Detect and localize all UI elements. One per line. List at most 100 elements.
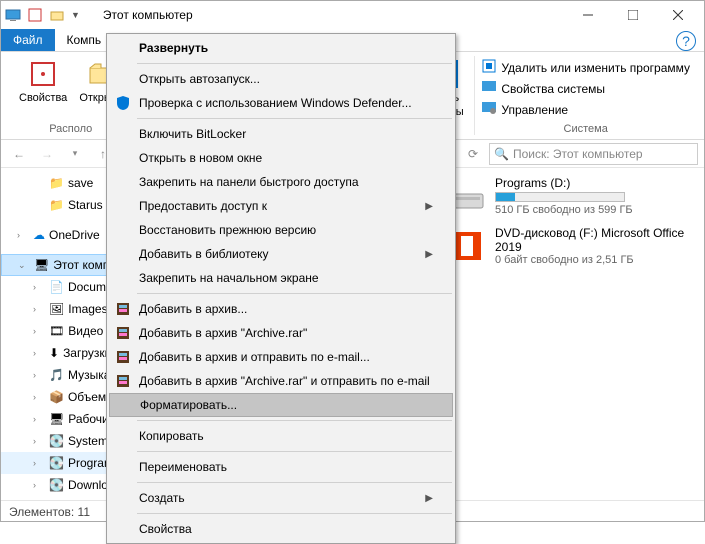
search-field[interactable]: 🔍 Поиск: Этот компьютер: [489, 143, 698, 165]
menu-separator: [137, 293, 452, 294]
manage-button[interactable]: Управление: [481, 100, 690, 119]
help-button[interactable]: ?: [676, 31, 696, 51]
music-icon: 🎵: [49, 368, 64, 382]
drive-subtext: 0 байт свободно из 2,51 ГБ: [495, 254, 696, 266]
menu-item-label: Восстановить прежнюю версию: [139, 223, 316, 237]
menu-item-label: Создать: [139, 491, 185, 505]
menu-item-label: Закрепить на панели быстрого доступа: [139, 175, 359, 189]
folder-icon: 📁: [49, 176, 64, 190]
onedrive-icon: ☁: [33, 228, 45, 242]
tab-computer[interactable]: Компь: [55, 29, 114, 51]
menu-item[interactable]: Предоставить доступ к ▶: [109, 194, 453, 218]
menu-item-label: Форматировать...: [140, 398, 237, 412]
qat-properties-icon[interactable]: [27, 7, 43, 23]
menu-item-label: Копировать: [139, 429, 204, 443]
window-title: Этот компьютер: [103, 8, 193, 22]
menu-item[interactable]: Свойства: [109, 517, 453, 541]
menu-item-label: Открыть в новом окне: [139, 151, 262, 165]
title-bar: ▼ Этот компьютер: [1, 1, 704, 29]
uninstall-programs-button[interactable]: Удалить или изменить программу: [481, 58, 690, 77]
menu-item[interactable]: Создать ▶: [109, 486, 453, 510]
documents-icon: 📄: [49, 280, 64, 294]
uninstall-icon: [481, 58, 497, 77]
menu-item-label: Добавить в архив и отправить по e-mail..…: [139, 350, 370, 364]
drive-name: DVD-дисковод (F:) Microsoft Office 2019: [495, 226, 696, 254]
rar-icon: [114, 300, 132, 318]
rar-icon: [114, 372, 132, 390]
rar-icon: [114, 348, 132, 366]
menu-item[interactable]: Закрепить на начальном экране: [109, 266, 453, 290]
menu-separator: [137, 482, 452, 483]
maximize-button[interactable]: [610, 1, 655, 29]
drive-icon: 💽: [49, 456, 64, 470]
drive-programs-d[interactable]: Programs (D:) 510 ГБ свободно из 599 ГБ: [447, 176, 696, 216]
volumes-icon: 📦: [49, 390, 64, 404]
menu-item[interactable]: Копировать: [109, 424, 453, 448]
refresh-button[interactable]: ⟳: [461, 142, 485, 166]
menu-item-label: Закрепить на начальном экране: [139, 271, 319, 285]
images-icon: 🖼: [49, 302, 64, 316]
menu-item[interactable]: Переименовать: [109, 455, 453, 479]
qat-folder-icon[interactable]: [49, 7, 65, 23]
menu-item-label: Добавить в архив "Archive.rar": [139, 326, 307, 340]
menu-item-label: Добавить в архив...: [139, 302, 247, 316]
computer-icon: [5, 7, 21, 23]
rar-icon: [114, 324, 132, 342]
menu-item[interactable]: Форматировать...: [109, 393, 453, 417]
menu-item[interactable]: Закрепить на панели быстрого доступа: [109, 170, 453, 194]
menu-item[interactable]: Добавить в архив "Archive.rar": [109, 321, 453, 345]
menu-item-label: Добавить в архив "Archive.rar" и отправи…: [139, 374, 430, 388]
menu-item-label: Свойства: [139, 522, 192, 536]
folder-icon: 📁: [49, 198, 64, 212]
recent-button[interactable]: ▾: [63, 142, 87, 166]
back-button[interactable]: ←: [7, 142, 31, 166]
drive-dvd-f[interactable]: DVD-дисковод (F:) Microsoft Office 2019 …: [447, 226, 696, 266]
menu-item[interactable]: Восстановить прежнюю версию: [109, 218, 453, 242]
computer-small-icon: [481, 79, 497, 98]
video-icon: 🎞: [49, 324, 64, 338]
search-icon: 🔍: [494, 147, 509, 161]
drive-icon: 💽: [49, 434, 64, 448]
properties-icon: [27, 58, 59, 90]
menu-separator: [137, 420, 452, 421]
menu-item[interactable]: Проверка с использованием Windows Defend…: [109, 91, 453, 115]
context-menu: Развернуть Открыть автозапуск... Проверка …: [106, 33, 456, 544]
menu-item[interactable]: Развернуть: [109, 36, 453, 60]
manage-icon: [481, 100, 497, 119]
drive-icon: 💽: [49, 478, 64, 492]
submenu-arrow-icon: ▶: [425, 493, 433, 504]
menu-item[interactable]: Добавить в архив и отправить по e-mail..…: [109, 345, 453, 369]
menu-item[interactable]: Открыть автозапуск...: [109, 67, 453, 91]
downloads-icon: ⬇: [49, 346, 59, 360]
menu-separator: [137, 451, 452, 452]
menu-item[interactable]: Добавить в архив "Archive.rar" и отправи…: [109, 369, 453, 393]
forward-button[interactable]: →: [35, 142, 59, 166]
close-button[interactable]: [655, 1, 700, 29]
menu-separator: [137, 513, 452, 514]
qat-dropdown-icon[interactable]: ▼: [71, 10, 80, 20]
drive-name: Programs (D:): [495, 176, 633, 190]
system-properties-button[interactable]: Свойства системы: [481, 79, 690, 98]
desktop-icon: 🖥: [49, 412, 64, 426]
computer-icon: 🖥: [34, 258, 49, 272]
menu-item-label: Добавить в библиотеку: [139, 247, 269, 261]
menu-item-label: Развернуть: [139, 41, 208, 55]
properties-button[interactable]: Свойства: [15, 56, 71, 121]
item-count: Элементов: 11: [9, 505, 90, 519]
ribbon-group-system: Удалить или изменить программу Свойства …: [475, 56, 696, 135]
menu-item-label: Предоставить доступ к: [139, 199, 267, 213]
shield-icon: [114, 94, 132, 112]
tab-file[interactable]: Файл: [1, 29, 55, 51]
drive-usage-bar: [495, 192, 625, 202]
menu-separator: [137, 63, 452, 64]
menu-item-label: Переименовать: [139, 460, 227, 474]
submenu-arrow-icon: ▶: [425, 201, 433, 212]
minimize-button[interactable]: [565, 1, 610, 29]
menu-item[interactable]: Открыть в новом окне: [109, 146, 453, 170]
submenu-arrow-icon: ▶: [425, 249, 433, 260]
menu-item-label: Проверка с использованием Windows Defend…: [139, 96, 412, 110]
menu-item[interactable]: Добавить в библиотеку ▶: [109, 242, 453, 266]
menu-item[interactable]: Добавить в архив...: [109, 297, 453, 321]
menu-item-label: Открыть автозапуск...: [139, 72, 260, 86]
menu-item[interactable]: Включить BitLocker: [109, 122, 453, 146]
